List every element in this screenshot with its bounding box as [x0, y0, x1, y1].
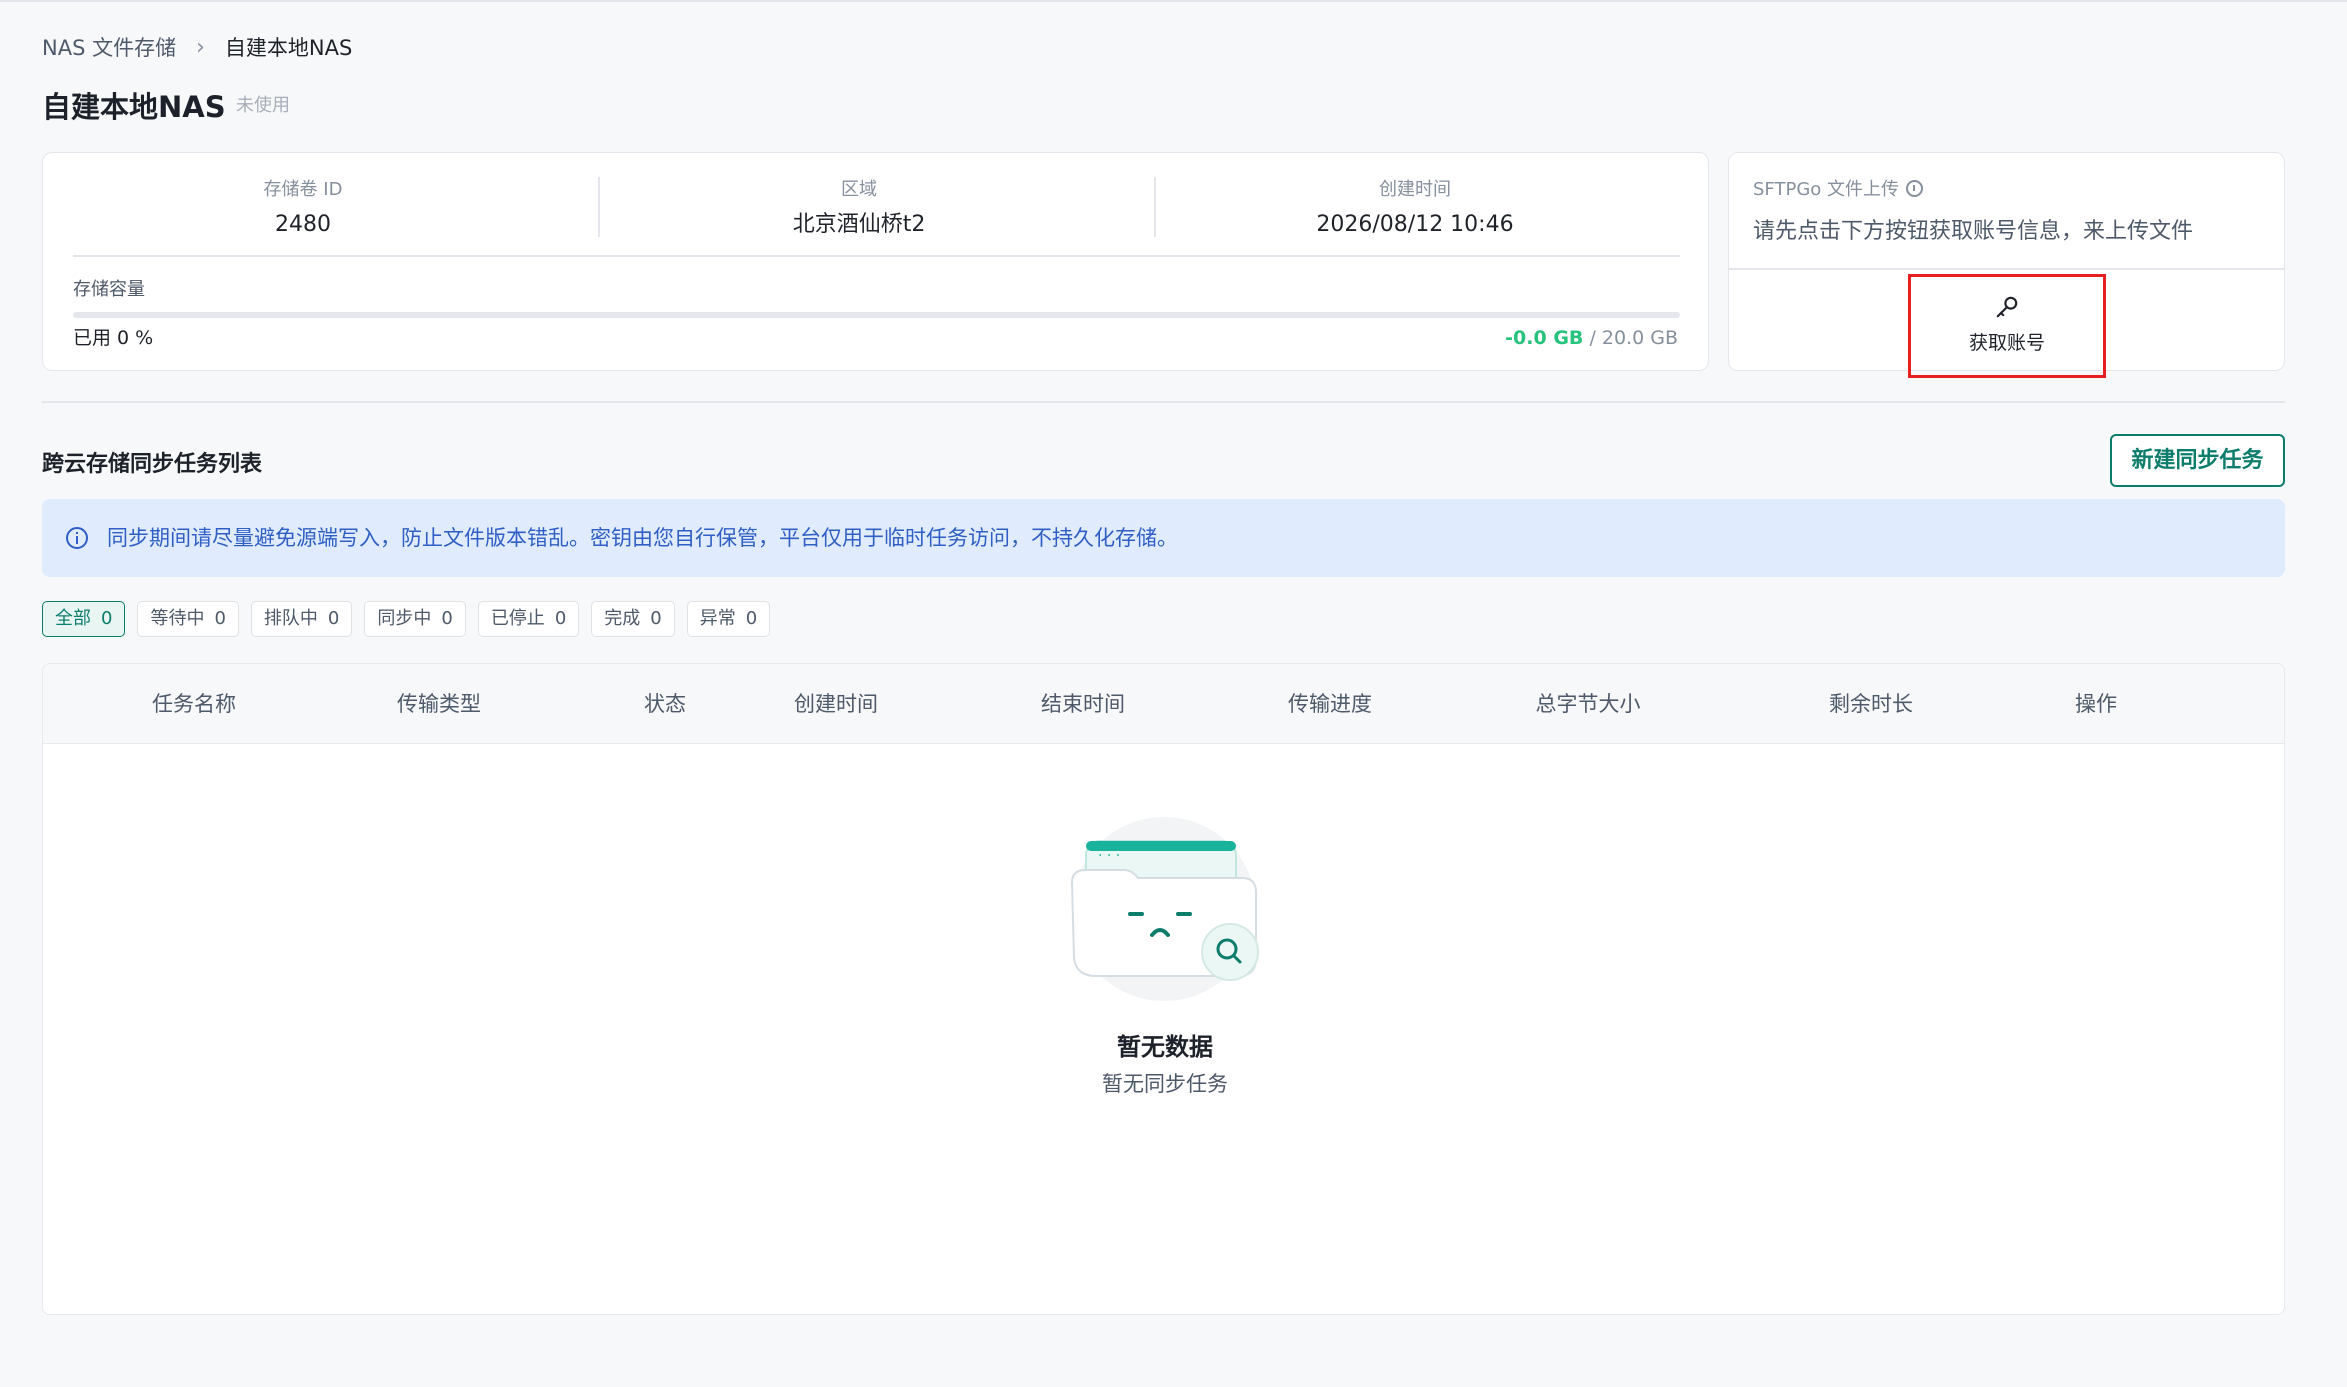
sync-notice-alert: 同步期间请尽量避免源端写入，防止文件版本错乱。密钥由您自行保管，平台仅用于临时任…	[42, 499, 2285, 577]
column-progress: 传输进度	[1288, 692, 1372, 716]
volume-id-value: 2480	[275, 212, 331, 237]
chevron-right-icon: ›	[196, 34, 205, 60]
key-icon	[1996, 296, 2018, 318]
capacity-progress-bar	[73, 312, 1680, 318]
page-title: 自建本地NAS	[42, 90, 226, 124]
filter-label: 完成	[604, 608, 641, 629]
used-percent: 已用 0 %	[73, 327, 154, 349]
sftp-title: SFTPGo 文件上传	[1753, 175, 1923, 201]
breadcrumb: NAS 文件存储 › 自建本地NAS	[42, 32, 352, 62]
filter-label: 异常	[699, 608, 736, 629]
column-remaining-time: 剩余时长	[1829, 692, 1913, 716]
filter-count: 0	[327, 608, 340, 629]
empty-state-title: 暂无数据	[1117, 1033, 1213, 1061]
filter-count: 0	[554, 608, 567, 629]
column-task-name: 任务名称	[152, 692, 236, 716]
column-end-time: 结束时间	[1041, 692, 1125, 716]
filter-count: 0	[101, 608, 113, 629]
region-column: 区域 北京酒仙桥t2	[599, 177, 1119, 241]
volume-id-column: 存储卷 ID 2480	[43, 177, 563, 241]
filter-all[interactable]: 全部 0	[42, 601, 126, 637]
column-transfer-type: 传输类型	[397, 692, 481, 716]
breadcrumb-nas-storage-link[interactable]: NAS 文件存储	[42, 32, 176, 62]
column-total-bytes: 总字节大小	[1535, 692, 1641, 716]
empty-folder-illustration: · · ·	[1070, 817, 1259, 1001]
new-sync-task-button[interactable]: 新建同步任务	[2110, 434, 2285, 487]
column-status: 状态	[644, 692, 686, 716]
column-created-time: 创建时间	[794, 692, 878, 716]
filter-queued[interactable]: 排队中 0	[250, 601, 353, 637]
sftp-title-text: SFTPGo 文件上传	[1753, 179, 1899, 200]
top-border	[0, 0, 2347, 2]
info-icon	[66, 527, 88, 549]
sftp-description: 请先点击下方按钮获取账号信息，来上传文件	[1753, 219, 2194, 244]
region-label: 区域	[841, 179, 877, 200]
empty-state-description: 暂无同步任务	[1102, 1072, 1228, 1096]
filter-label: 同步中	[377, 608, 432, 629]
section-divider	[42, 401, 2285, 403]
volume-id-label: 存储卷 ID	[263, 179, 343, 200]
sync-notice-text: 同步期间请尽量避免源端写入，防止文件版本错乱。密钥由您自行保管，平台仅用于临时任…	[107, 526, 1178, 550]
sftp-divider	[1729, 268, 2284, 270]
created-column: 创建时间 2026/08/12 10:46	[1155, 177, 1675, 241]
filter-count: 0	[650, 608, 662, 629]
filter-completed[interactable]: 完成 0	[591, 601, 675, 637]
size-separator: /	[1583, 327, 1602, 349]
svg-text:· · ·: · · ·	[1098, 848, 1120, 864]
capacity-label: 存储容量	[73, 279, 145, 300]
filter-count: 0	[441, 608, 453, 629]
capacity-size: -0.0 GB / 20.0 GB	[1505, 323, 1678, 353]
filter-waiting[interactable]: 等待中 0	[137, 601, 239, 637]
breadcrumb-current: 自建本地NAS	[224, 36, 353, 60]
created-time-label: 创建时间	[1379, 179, 1451, 200]
info-icon[interactable]	[1906, 179, 1923, 197]
filter-stopped[interactable]: 已停止 0	[477, 601, 580, 637]
filter-syncing[interactable]: 同步中 0	[364, 601, 466, 637]
info-divider	[73, 255, 1680, 257]
filter-label: 排队中	[263, 608, 318, 629]
filter-label: 等待中	[150, 608, 205, 629]
total-size: 20.0 GB	[1601, 327, 1678, 349]
region-value: 北京酒仙桥t2	[792, 212, 926, 237]
status-badge: 未使用	[236, 95, 290, 116]
filter-label: 全部	[55, 608, 91, 629]
filter-count: 0	[745, 608, 758, 629]
get-account-label: 获取账号	[1968, 332, 2045, 354]
sync-section-title: 跨云存储同步任务列表	[42, 452, 263, 477]
status-filter-bar: 全部 0 等待中 0 排队中 0 同步中 0 已停止 0 完成 0 异常 0	[42, 601, 771, 637]
used-size: -0.0 GB	[1505, 327, 1584, 349]
storage-info-card: 存储卷 ID 2480 区域 北京酒仙桥t2 创建时间 2026/08/12 1…	[42, 152, 1709, 371]
created-time-value: 2026/08/12 10:46	[1316, 212, 1514, 237]
get-account-button[interactable]: 获取账号	[1910, 276, 2104, 372]
sftp-upload-card: SFTPGo 文件上传 请先点击下方按钮获取账号信息，来上传文件 获取账号	[1728, 152, 2285, 371]
filter-label: 已停止	[490, 608, 545, 629]
table-header: 任务名称 传输类型 状态 创建时间 结束时间 传输进度 总字节大小 剩余时长 操…	[43, 664, 2284, 744]
filter-error[interactable]: 异常 0	[686, 601, 771, 637]
column-actions: 操作	[2075, 692, 2117, 716]
filter-count: 0	[214, 608, 226, 629]
